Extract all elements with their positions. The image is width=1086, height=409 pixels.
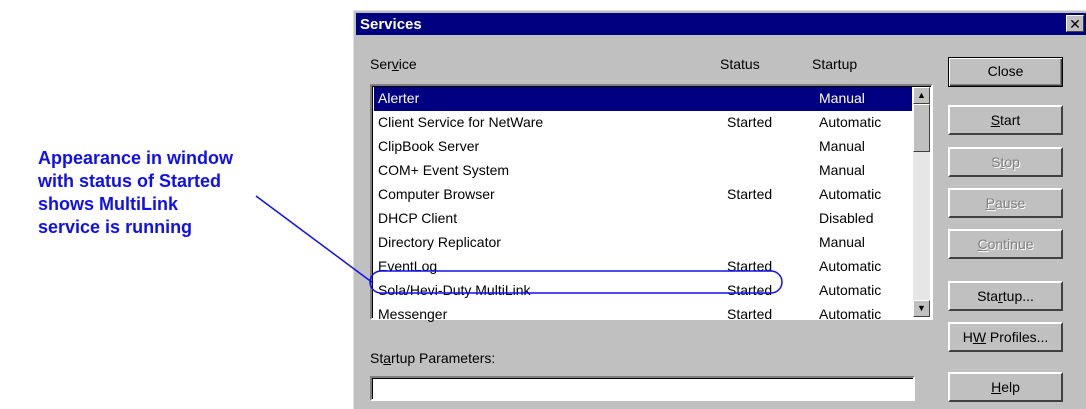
service-row[interactable]: Sola/Hevi-Duty MultiLink Started Automatic (374, 279, 912, 303)
service-startup: Automatic (819, 258, 882, 274)
close-button[interactable]: Close (948, 57, 1063, 87)
services-rows: Alerter Manual Client Service for NetWare S… (374, 87, 912, 327)
service-startup: Disabled (819, 210, 874, 226)
continue-button[interactable]: Continue (948, 229, 1063, 259)
service-status: Started (727, 282, 773, 298)
callout-line-4: service is running (38, 217, 193, 237)
service-startup: Manual (819, 234, 865, 250)
column-header-startup: Startup (812, 56, 858, 72)
title-bar: Services ✕ (356, 13, 1086, 35)
service-startup: Automatic (819, 306, 882, 322)
column-header-service: Service (370, 56, 417, 72)
callout-line-2: with status of Started (38, 171, 222, 191)
service-startup: Automatic (819, 114, 882, 130)
service-status: Started (727, 186, 773, 202)
startup-parameters-label: Startup Parameters: (370, 350, 496, 366)
scroll-down-arrow-icon[interactable]: ▼ (913, 300, 930, 317)
service-row[interactable]: Messenger Started Automatic (374, 303, 912, 327)
window-title: Services (360, 16, 422, 33)
start-button[interactable]: Start (948, 105, 1063, 135)
service-startup: Manual (819, 138, 865, 154)
service-name: Alerter (378, 90, 420, 106)
service-status: Started (727, 306, 773, 322)
scrollbar-thumb[interactable] (913, 104, 930, 152)
close-icon[interactable]: ✕ (1066, 15, 1084, 32)
service-name: Client Service for NetWare (378, 114, 544, 130)
service-startup: Manual (819, 162, 865, 178)
service-row[interactable]: Computer Browser Started Automatic (374, 183, 912, 207)
service-startup: Manual (819, 90, 865, 106)
service-name: Directory Replicator (378, 234, 501, 250)
callout-line-3: shows MultiLink (38, 194, 179, 214)
scroll-up-arrow-icon[interactable]: ▲ (913, 87, 930, 104)
service-startup: Automatic (819, 186, 882, 202)
service-name: Messenger (378, 306, 448, 322)
help-button[interactable]: Help (948, 372, 1063, 402)
service-row[interactable]: Client Service for NetWare Started Automat… (374, 111, 912, 135)
service-status: Started (727, 258, 773, 274)
column-header-status: Status (720, 56, 760, 72)
service-row[interactable]: EventLog Started Automatic (374, 255, 912, 279)
vertical-scrollbar[interactable]: ▲ ▼ (913, 87, 930, 317)
service-startup: Automatic (819, 282, 882, 298)
startup-button[interactable]: Startup... (948, 281, 1063, 311)
service-row[interactable]: COM+ Event System Manual (374, 159, 912, 183)
service-name: COM+ Event System (378, 162, 510, 178)
service-name: Computer Browser (378, 186, 495, 202)
services-dialog: Services ✕ Service Status Startup Alerte… (353, 10, 1086, 409)
service-name: Sola/Hevi-Duty MultiLink (378, 282, 531, 298)
service-row[interactable]: DHCP Client Disabled (374, 207, 912, 231)
callout-line-1: Appearance in window (38, 148, 234, 168)
pause-button[interactable]: Pause (948, 188, 1063, 218)
service-row[interactable]: ClipBook Server Manual (374, 135, 912, 159)
service-row[interactable]: Alerter Manual (374, 87, 912, 111)
annotation-callout: Appearance in window with status of Star… (38, 147, 318, 239)
startup-parameters-input[interactable] (370, 376, 915, 401)
stop-button[interactable]: Stop (948, 147, 1063, 177)
service-name: DHCP Client (378, 210, 458, 226)
service-name: ClipBook Server (378, 138, 480, 154)
service-row[interactable]: Directory Replicator Manual (374, 231, 912, 255)
service-status: Started (727, 114, 773, 130)
services-list[interactable]: Alerter Manual Client Service for NetWare S… (370, 84, 933, 322)
service-name: EventLog (378, 258, 438, 274)
hw-profiles-button[interactable]: HW Profiles... (948, 322, 1063, 352)
